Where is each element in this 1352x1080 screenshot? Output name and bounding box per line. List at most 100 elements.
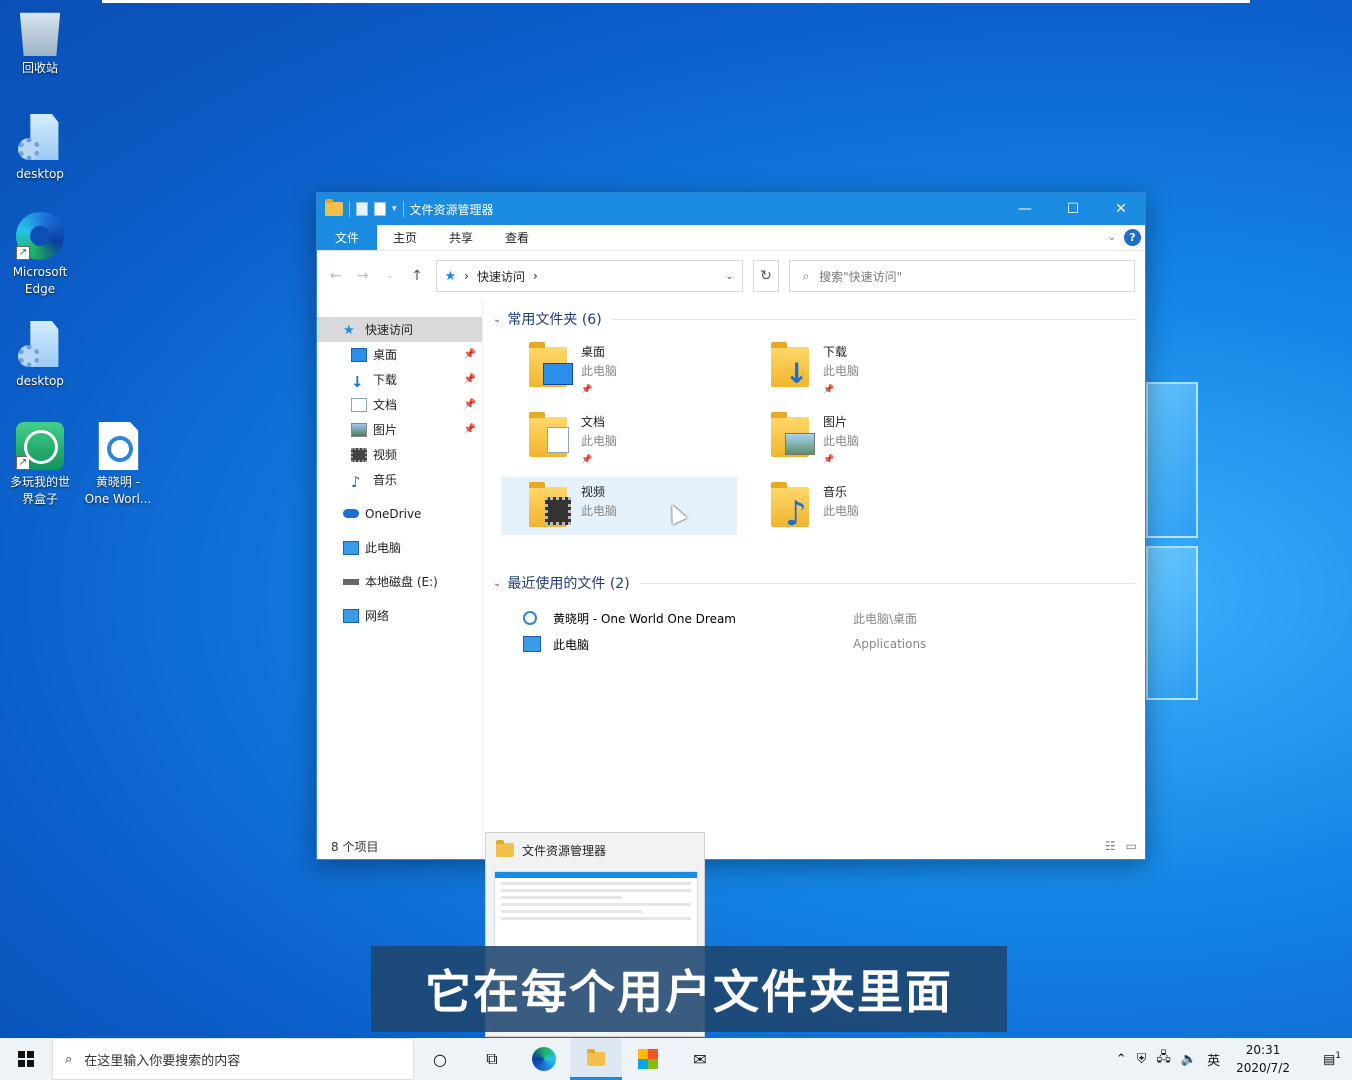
desktop-icon-music-file[interactable]: 黄晓明 - One Worl... [80, 422, 156, 508]
recent-files-header[interactable]: ⌄ 最近使用的文件 (2) [493, 573, 1145, 593]
folder-tile-desktop[interactable]: 桌面 此电脑 📌 [501, 337, 737, 395]
security-icon[interactable]: ⛨ [1137, 1052, 1147, 1067]
windows-icon [18, 1051, 34, 1067]
cloud-icon [343, 509, 359, 518]
nav-quick-access[interactable]: ★ 快速访问 [317, 317, 482, 342]
action-center-button[interactable]: ▤1 [1312, 1038, 1352, 1080]
video-subtitle: 它在每个用户文件夹里面 [371, 946, 1007, 1032]
computer-icon [523, 636, 541, 652]
properties-icon[interactable] [356, 202, 368, 216]
up-arrow-icon[interactable]: ↑ [408, 268, 425, 284]
forward-arrow-icon[interactable]: → [354, 268, 371, 284]
folder-tile-music[interactable]: ♪ 音乐 此电脑 [743, 477, 979, 535]
videos-folder-icon [529, 481, 575, 529]
pin-icon: 📌 [463, 374, 476, 385]
recycle-bin-icon [19, 12, 61, 56]
edge-taskbar-icon[interactable] [518, 1038, 570, 1080]
file-explorer-taskbar-icon[interactable] [570, 1038, 622, 1080]
taskbar-search-input[interactable]: ⌕ 在这里输入你要搜索的内容 [52, 1038, 414, 1080]
cortana-icon[interactable]: ○ [414, 1038, 466, 1080]
folder-icon [325, 199, 343, 216]
nav-network[interactable]: 网络 [317, 603, 482, 628]
downloads-folder-icon: ↓ [771, 341, 817, 389]
music-file-icon [98, 422, 139, 470]
expand-ribbon-icon[interactable]: ⌄ [1108, 232, 1116, 243]
desktop-icon [351, 347, 367, 362]
folder-tile-pictures[interactable]: 图片 此电脑 📌 [743, 407, 979, 465]
notification-icon: ▤1 [1322, 1050, 1342, 1068]
search-icon: ⌕ [802, 268, 810, 283]
chevron-down-icon[interactable]: ⌄ [725, 271, 733, 282]
customize-toolbar-icon[interactable]: ▾ [392, 204, 397, 214]
clock[interactable]: 20:31 2020/7/2 [1236, 1041, 1290, 1077]
nav-onedrive[interactable]: OneDrive [317, 501, 482, 526]
folder-tile-downloads[interactable]: ↓ 下载 此电脑 📌 [743, 337, 979, 395]
search-icon: ⌕ [65, 1051, 73, 1067]
store-icon[interactable] [622, 1038, 674, 1080]
desktop-icon-minecraft-box[interactable]: ↗ 多玩我的世 界盒子 [2, 422, 78, 508]
recent-file-row[interactable]: 黄晓明 - One World One Dream 此电脑\桌面 [493, 605, 1145, 631]
maximize-button[interactable]: ☐ [1049, 193, 1097, 225]
recent-file-row[interactable]: 此电脑 Applications [493, 631, 1145, 657]
close-button[interactable]: ✕ [1097, 193, 1145, 225]
pin-icon: 📌 [463, 424, 476, 435]
details-view-icon[interactable]: ☷ [1105, 839, 1116, 853]
nav-pictures[interactable]: 图片 📌 [317, 417, 482, 442]
minimize-button[interactable]: — [1001, 193, 1049, 225]
folder-tile-videos[interactable]: 视频 此电脑 [501, 477, 737, 535]
file-explorer-window: ▾ 文件资源管理器 — ☐ ✕ 文件 主页 共享 查看 ⌄ ? ← → ⌄ ↑ … [316, 192, 1146, 860]
address-bar[interactable]: ★ › 快速访问 › ⌄ [435, 260, 743, 292]
volume-icon[interactable]: 🔈 [1181, 1052, 1197, 1067]
tab-file[interactable]: 文件 [317, 225, 378, 250]
back-arrow-icon[interactable]: ← [327, 268, 344, 284]
nav-this-pc[interactable]: 此电脑 [317, 535, 482, 560]
help-icon[interactable]: ? [1124, 229, 1141, 246]
address-location[interactable]: 快速访问 [477, 268, 525, 285]
shortcut-arrow-icon: ↗ [16, 456, 30, 470]
new-folder-icon[interactable] [374, 202, 386, 216]
nav-local-disk[interactable]: 本地磁盘 (E:) [317, 569, 482, 594]
mail-icon[interactable]: ✉ [674, 1038, 726, 1080]
window-title: 文件资源管理器 [409, 202, 494, 217]
nav-music[interactable]: ♪ 音乐 [317, 467, 482, 492]
chevron-up-icon[interactable]: ⌃ [1116, 1052, 1127, 1067]
desktop-icon-recycle-bin[interactable]: 回收站 [2, 8, 78, 77]
system-tray: ⌃ ⛨ 🖧 🔈 英 20:31 2020/7/2 ▤1 [1116, 1038, 1352, 1080]
computer-icon [343, 540, 359, 555]
folder-tile-documents[interactable]: 文档 此电脑 📌 [501, 407, 737, 465]
tab-home[interactable]: 主页 [377, 225, 433, 250]
star-icon: ★ [343, 322, 355, 338]
address-row: ← → ⌄ ↑ ★ › 快速访问 › ⌄ ↻ ⌕ 搜索"快速访问" [317, 251, 1145, 301]
pin-icon: 📌 [823, 455, 835, 465]
shortcut-arrow-icon: ↗ [16, 246, 30, 260]
music-folder-icon: ♪ [771, 481, 817, 531]
desktop-icon-desktop-1[interactable]: desktop [2, 114, 78, 183]
desktop-icon-desktop-2[interactable]: desktop [2, 321, 78, 390]
network-icon[interactable]: 🖧 [1156, 1048, 1171, 1070]
frequent-folders-header[interactable]: ⌄ 常用文件夹 (6) [493, 309, 1145, 329]
collapse-chevron-icon: ⌄ [493, 577, 502, 589]
pin-icon: 📌 [581, 385, 593, 395]
desktop-folder-icon [529, 341, 575, 389]
tab-share[interactable]: 共享 [433, 225, 489, 250]
recent-locations-icon[interactable]: ⌄ [381, 271, 398, 281]
pin-icon: 📌 [463, 399, 476, 410]
nav-videos[interactable]: 视频 [317, 442, 482, 467]
refresh-icon[interactable]: ↻ [752, 260, 780, 292]
pictures-icon [351, 422, 367, 437]
pin-icon: 📌 [581, 455, 593, 465]
music-file-icon [523, 611, 537, 625]
pictures-folder-icon [771, 411, 817, 459]
nav-downloads[interactable]: ↓ 下载 📌 [317, 367, 482, 392]
start-button[interactable] [0, 1038, 52, 1080]
desktop-icon-edge[interactable]: ↗ Microsoft Edge [2, 212, 78, 298]
tab-view[interactable]: 查看 [489, 225, 545, 250]
task-view-icon[interactable]: ⧉ [466, 1038, 518, 1080]
top-edge-strip [102, 0, 1250, 3]
title-bar[interactable]: ▾ 文件资源管理器 — ☐ ✕ [317, 193, 1145, 225]
nav-documents[interactable]: 文档 📌 [317, 392, 482, 417]
nav-desktop[interactable]: 桌面 📌 [317, 342, 482, 367]
search-input[interactable]: ⌕ 搜索"快速访问" [789, 260, 1136, 292]
ime-indicator[interactable]: 英 [1207, 1050, 1220, 1069]
large-icons-view-icon[interactable]: ▭ [1126, 839, 1137, 853]
